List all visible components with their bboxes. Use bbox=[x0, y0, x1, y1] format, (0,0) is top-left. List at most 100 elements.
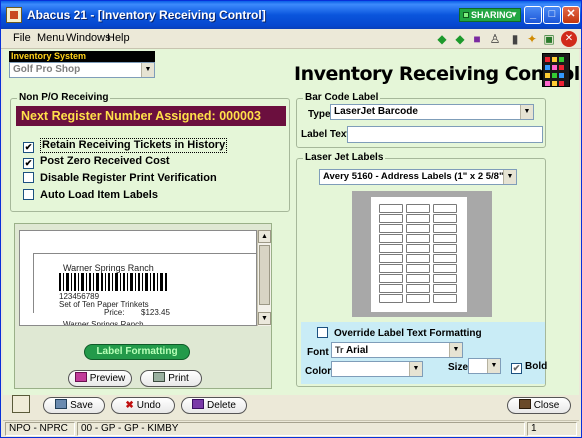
retain-tickets-checkbox[interactable]: ✔ bbox=[23, 142, 34, 153]
preview-button[interactable]: Preview bbox=[68, 370, 132, 387]
label-sheet-cell bbox=[406, 264, 430, 273]
label-sheet-cell bbox=[433, 274, 457, 283]
scroll-down-button[interactable]: ▼ bbox=[258, 312, 271, 325]
print-button[interactable]: Print bbox=[140, 370, 202, 387]
calculator-icon[interactable]: ▮ bbox=[507, 31, 523, 47]
laser-jet-labels-title: Laser Jet Labels bbox=[303, 152, 386, 163]
post-zero-cost-checkbox[interactable]: ✔ bbox=[23, 158, 34, 169]
disable-print-verification-label: Disable Register Print Verification bbox=[40, 172, 217, 184]
auto-load-labels-checkbox[interactable] bbox=[23, 189, 34, 200]
close-door-icon bbox=[518, 399, 531, 409]
bold-option[interactable]: ✔ Bold bbox=[511, 360, 547, 374]
label-sheet-cell bbox=[379, 254, 403, 263]
preview-next-label: Warner Springs Ranch bbox=[63, 320, 144, 325]
inventory-system-select[interactable]: Golf Pro Shop ▼ bbox=[9, 62, 155, 78]
grid-window-icon[interactable] bbox=[12, 395, 30, 413]
preview-scrollbar[interactable]: ▲ ▼ bbox=[257, 230, 271, 326]
menu-help[interactable]: Help bbox=[107, 32, 130, 44]
label-sheet-cell bbox=[379, 274, 403, 283]
stop-icon[interactable]: ✕ bbox=[561, 31, 577, 47]
exit-door-icon[interactable]: ▣ bbox=[541, 31, 557, 47]
preview-line1: Warner Springs Ranch bbox=[63, 263, 154, 273]
bold-label: Bold bbox=[525, 361, 548, 372]
next-register-banner: Next Register Number Assigned: 000003 bbox=[16, 106, 286, 126]
label-sheet-cell bbox=[379, 294, 403, 303]
sharing-label: SHARING bbox=[471, 10, 513, 20]
maximize-button[interactable]: □ bbox=[543, 6, 561, 24]
preview-price-label: Price: bbox=[104, 308, 125, 317]
menu-file[interactable]: File bbox=[13, 32, 31, 44]
font-select[interactable]: Tr Arial ▼ bbox=[331, 342, 463, 358]
scroll-thumb[interactable] bbox=[259, 245, 270, 305]
option-retain-tickets[interactable]: ✔ Retain Receiving Tickets in History bbox=[23, 138, 228, 153]
minimize-button[interactable]: _ bbox=[524, 6, 542, 24]
label-sheet-cell bbox=[379, 244, 403, 253]
label-sheet-cell bbox=[406, 204, 430, 213]
sharing-indicator[interactable]: SHARING ▼ bbox=[459, 8, 521, 22]
override-formatting-checkbox[interactable] bbox=[317, 327, 328, 338]
inventory-system-label: Inventory System bbox=[9, 51, 155, 62]
label-sheet-cell bbox=[406, 234, 430, 243]
label-sheet-cell bbox=[379, 234, 403, 243]
label-text-label: Label Text bbox=[301, 129, 350, 140]
post-zero-cost-label: Post Zero Received Cost bbox=[40, 155, 170, 167]
disable-print-verification-checkbox[interactable] bbox=[23, 172, 34, 183]
label-text-input[interactable] bbox=[347, 126, 543, 143]
book-icon[interactable]: ■ bbox=[469, 31, 485, 47]
menu-windows[interactable]: Windows bbox=[66, 32, 111, 44]
chevron-down-icon[interactable]: ▼ bbox=[141, 63, 154, 77]
label-sheet-cell bbox=[433, 234, 457, 243]
preview-price: $123.45 bbox=[141, 308, 170, 317]
app-logo bbox=[542, 53, 570, 87]
bold-checkbox[interactable]: ✔ bbox=[511, 363, 522, 374]
label-sheet-cell bbox=[406, 224, 430, 233]
chevron-down-icon[interactable]: ▼ bbox=[520, 105, 533, 119]
delete-button[interactable]: Delete bbox=[181, 397, 247, 414]
person-icon[interactable]: ♙ bbox=[487, 31, 503, 47]
running-man-icon[interactable]: ✦ bbox=[524, 31, 540, 47]
label-sheet-cell bbox=[433, 244, 457, 253]
retain-tickets-label: Retain Receiving Tickets in History bbox=[40, 138, 228, 153]
label-sheet-cell bbox=[379, 284, 403, 293]
override-formatting-option[interactable]: Override Label Text Formatting bbox=[317, 327, 482, 341]
save-icon bbox=[55, 399, 68, 409]
close-window-button[interactable]: ✕ bbox=[562, 6, 580, 24]
label-sheet-cell bbox=[406, 274, 430, 283]
label-sheet-select[interactable]: Avery 5160 - Address Labels (1" x 2 5/8"… bbox=[319, 169, 517, 185]
undo-icon: ✖ bbox=[125, 400, 134, 411]
chevron-down-icon[interactable]: ▼ bbox=[409, 362, 422, 376]
label-sheet-cell bbox=[379, 214, 403, 223]
color-select[interactable]: ▼ bbox=[331, 361, 423, 377]
size-select[interactable]: ▼ bbox=[468, 358, 501, 374]
status-right: 1 bbox=[527, 422, 577, 436]
close-button-label: Close bbox=[533, 400, 560, 411]
non-po-title: Non P/O Receiving bbox=[17, 92, 111, 103]
chevron-down-icon[interactable]: ▼ bbox=[503, 170, 516, 184]
option-auto-load-labels[interactable]: Auto Load Item Labels bbox=[23, 189, 158, 203]
chevron-down-icon[interactable]: ▼ bbox=[487, 359, 500, 373]
close-button[interactable]: Close bbox=[507, 397, 571, 414]
barcode-type-select[interactable]: LaserJet Barcode ▼ bbox=[330, 104, 534, 120]
chevron-down-icon[interactable]: ▼ bbox=[449, 343, 462, 357]
preview-barcode bbox=[59, 273, 167, 291]
undo-button[interactable]: ✖ Undo bbox=[111, 397, 175, 414]
save-button[interactable]: Save bbox=[43, 397, 105, 414]
option-post-zero-cost[interactable]: ✔ Post Zero Received Cost bbox=[23, 155, 170, 169]
app-icon bbox=[6, 7, 22, 23]
label-sheet-cell bbox=[406, 244, 430, 253]
window-title: Abacus 21 - [Inventory Receiving Control… bbox=[27, 8, 266, 22]
arrow-left-icon[interactable]: ◆ bbox=[434, 31, 450, 47]
delete-button-label: Delete bbox=[207, 400, 236, 411]
barcode-type-value: LaserJet Barcode bbox=[334, 106, 418, 117]
menu-menu[interactable]: Menu bbox=[37, 32, 65, 44]
page-title: Inventory Receiving Control bbox=[294, 63, 580, 85]
status-bar: NPO - NPRC 00 - GP - GP - KIMBY 1 bbox=[3, 420, 579, 436]
label-formatting-button[interactable]: Label Formatting bbox=[84, 344, 190, 360]
scroll-up-button[interactable]: ▲ bbox=[258, 230, 271, 243]
option-disable-print-verification[interactable]: Disable Register Print Verification bbox=[23, 172, 217, 186]
label-sheet-cell bbox=[433, 224, 457, 233]
arrow-right-icon[interactable]: ◆ bbox=[452, 31, 468, 47]
label-sheet-cell bbox=[406, 214, 430, 223]
save-button-label: Save bbox=[70, 400, 93, 411]
label-sheet-cell bbox=[433, 214, 457, 223]
